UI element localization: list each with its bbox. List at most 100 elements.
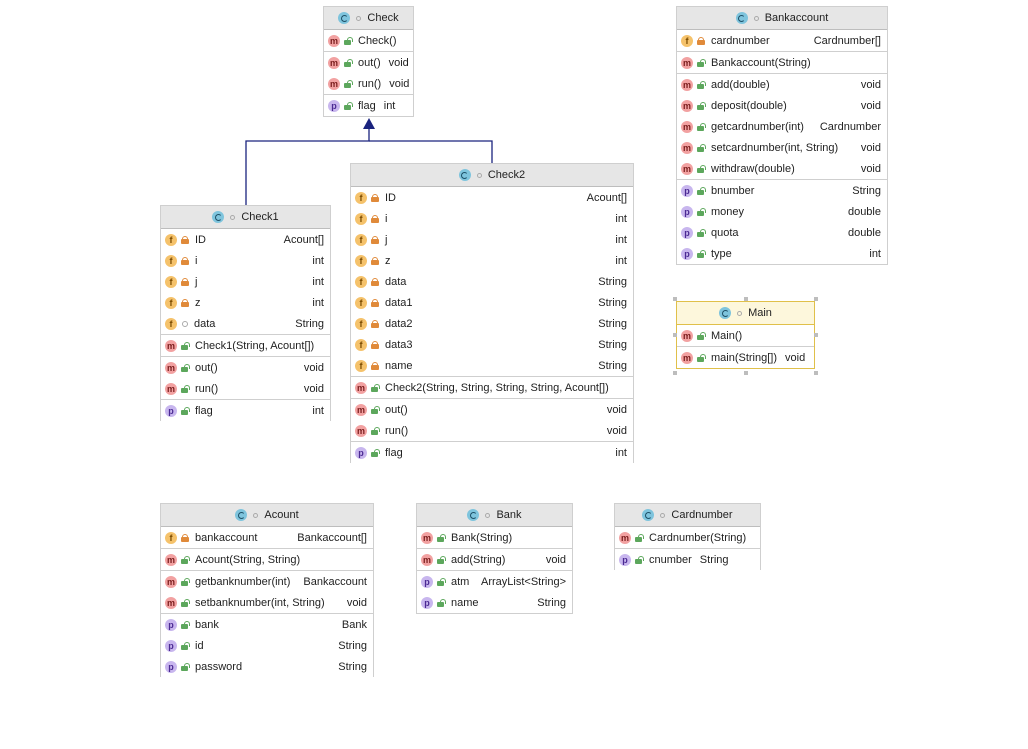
check2-field-row[interactable]: f z int: [351, 250, 633, 271]
prop-type: String: [537, 596, 566, 609]
check2-method-row[interactable]: m run() void: [351, 420, 633, 441]
class-bank[interactable]: Bank m Bank(String) m add(String) void p atm Arr…: [416, 503, 573, 614]
bank-prop-row[interactable]: p atm ArrayList<String>: [417, 571, 572, 592]
bankaccount-method-row[interactable]: m withdraw(double) void: [677, 158, 887, 179]
class-header[interactable]: Check2: [351, 164, 633, 187]
check-method-row[interactable]: m out() void: [324, 52, 413, 73]
class-header[interactable]: Main: [677, 302, 814, 325]
check1-field-row[interactable]: f i int: [161, 250, 330, 271]
acount-method-row[interactable]: m setbanknumber(int, String) void: [161, 592, 373, 613]
selection-handle[interactable]: [743, 297, 748, 301]
bankaccount-method-row[interactable]: m deposit(double) void: [677, 95, 887, 116]
bankaccount-prop-row[interactable]: p money double: [677, 201, 887, 222]
bankaccount-prop-row[interactable]: p quota double: [677, 222, 887, 243]
class-title: Check2: [487, 169, 526, 181]
class-header[interactable]: Check1: [161, 206, 330, 229]
acount-field-row[interactable]: f bankaccount Bankaccount[]: [161, 527, 373, 548]
field-type: Acount[]: [283, 233, 324, 246]
check-method-row[interactable]: m run() void: [324, 73, 413, 94]
class-title: Cardnumber: [671, 509, 733, 521]
selection-handle[interactable]: [743, 371, 748, 375]
check2-field-row[interactable]: f data2 String: [351, 313, 633, 334]
check1-prop-row[interactable]: p flag int: [161, 400, 330, 421]
bank-ctor-row[interactable]: m Bank(String): [417, 527, 572, 548]
check2-field-row[interactable]: f ID Acount[]: [351, 187, 633, 208]
class-bankaccount[interactable]: Bankaccount f cardnumber Cardnumber[] m Banka…: [676, 6, 888, 265]
class-header[interactable]: Bankaccount: [677, 7, 887, 30]
check2-method-row[interactable]: m out() void: [351, 399, 633, 420]
method-icon: m: [619, 531, 631, 544]
main-ctor-row[interactable]: m Main(): [677, 325, 814, 346]
bankaccount-field-row[interactable]: f cardnumber Cardnumber[]: [677, 30, 887, 51]
class-check2[interactable]: Check2 f ID Acount[] f i int f j int f z int f data Str…: [350, 163, 634, 463]
method-icon: m: [421, 531, 433, 544]
acount-prop-row[interactable]: p password String: [161, 656, 373, 677]
check2-field-row[interactable]: f data3 String: [351, 334, 633, 355]
bank-method-row[interactable]: m add(String) void: [417, 549, 572, 570]
acount-ctor-row[interactable]: m Acount(String, String): [161, 549, 373, 570]
bankaccount-ctor-row[interactable]: m Bankaccount(String): [677, 52, 887, 73]
bankaccount-prop-row[interactable]: p type int: [677, 243, 887, 264]
bankaccount-method-row[interactable]: m setcardnumber(int, String) void: [677, 137, 887, 158]
method-icon: m: [165, 339, 177, 352]
class-cardnumber[interactable]: Cardnumber m Cardnumber(String) p cnumber Str…: [614, 503, 761, 570]
selection-handle[interactable]: [814, 371, 818, 375]
field-type: int: [615, 212, 627, 225]
class-check1[interactable]: Check1 f ID Acount[] f i int f j int f z int f data Str…: [160, 205, 331, 421]
check1-field-row[interactable]: f z int: [161, 292, 330, 313]
class-header[interactable]: Cardnumber: [615, 504, 760, 527]
check2-prop-row[interactable]: p flag int: [351, 442, 633, 463]
check2-ctor-row[interactable]: m Check2(String, String, String, String, …: [351, 377, 633, 398]
method-type: void: [860, 78, 881, 91]
selection-handle[interactable]: [673, 371, 677, 375]
acount-prop-row[interactable]: p bank Bank: [161, 614, 373, 635]
bankaccount-method-row[interactable]: m add(double) void: [677, 74, 887, 95]
class-header[interactable]: Acount: [161, 504, 373, 527]
method-type: void: [303, 361, 324, 374]
field-icon: f: [355, 338, 367, 351]
class-acount[interactable]: Acount f bankaccount Bankaccount[] m Acount(S…: [160, 503, 374, 677]
method-type: Cardnumber: [819, 120, 881, 133]
check1-method-row[interactable]: m out() void: [161, 357, 330, 378]
check1-ctor-row[interactable]: m Check1(String, Acount[]): [161, 335, 330, 356]
package-visibility-icon: [485, 512, 491, 518]
acount-method-row[interactable]: m getbanknumber(int) Bankaccount: [161, 571, 373, 592]
class-check[interactable]: Check m Check() m out() void m run() void p flag in…: [323, 6, 414, 117]
private-lock-icon: [181, 277, 189, 286]
class-icon: [338, 12, 351, 24]
bankaccount-method-row[interactable]: m getcardnumber(int) Cardnumber: [677, 116, 887, 137]
cardnumber-ctor-row[interactable]: m Cardnumber(String): [615, 527, 760, 548]
class-header[interactable]: Check: [324, 7, 413, 30]
property-icon: p: [619, 553, 631, 566]
main-method-row[interactable]: m main(String[]) void: [677, 347, 814, 368]
properties-section: p atm ArrayList<String> p name String: [417, 571, 572, 613]
method-name: add(double): [711, 78, 770, 91]
bankaccount-prop-row[interactable]: p bnumber String: [677, 180, 887, 201]
check2-field-row[interactable]: f name String: [351, 355, 633, 376]
check-ctor-row[interactable]: m Check(): [324, 30, 413, 51]
check1-field-row[interactable]: f ID Acount[]: [161, 229, 330, 250]
public-lock-icon: [371, 448, 380, 457]
ctor-name: Acount(String, String): [195, 553, 301, 566]
acount-prop-row[interactable]: p id String: [161, 635, 373, 656]
selection-handle[interactable]: [673, 333, 677, 337]
field-type: String: [598, 338, 627, 351]
cardnumber-prop-row[interactable]: p cnumber String: [615, 549, 760, 570]
class-main[interactable]: Main m Main() m main(String[]) void: [676, 301, 815, 369]
selection-handle[interactable]: [673, 297, 677, 301]
check1-field-row[interactable]: f data String: [161, 313, 330, 334]
check-prop-row[interactable]: p flag int: [324, 95, 413, 116]
check1-field-row[interactable]: f j int: [161, 271, 330, 292]
check2-field-row[interactable]: f i int: [351, 208, 633, 229]
check2-field-row[interactable]: f data String: [351, 271, 633, 292]
method-icon: m: [355, 424, 367, 437]
selection-handle[interactable]: [814, 297, 818, 301]
check2-field-row[interactable]: f data1 String: [351, 292, 633, 313]
check2-field-row[interactable]: f j int: [351, 229, 633, 250]
bank-prop-row[interactable]: p name String: [417, 592, 572, 613]
method-name: add(String): [451, 553, 506, 566]
constructors-section: m Bank(String): [417, 527, 572, 549]
selection-handle[interactable]: [814, 333, 818, 337]
check1-method-row[interactable]: m run() void: [161, 378, 330, 399]
class-header[interactable]: Bank: [417, 504, 572, 527]
